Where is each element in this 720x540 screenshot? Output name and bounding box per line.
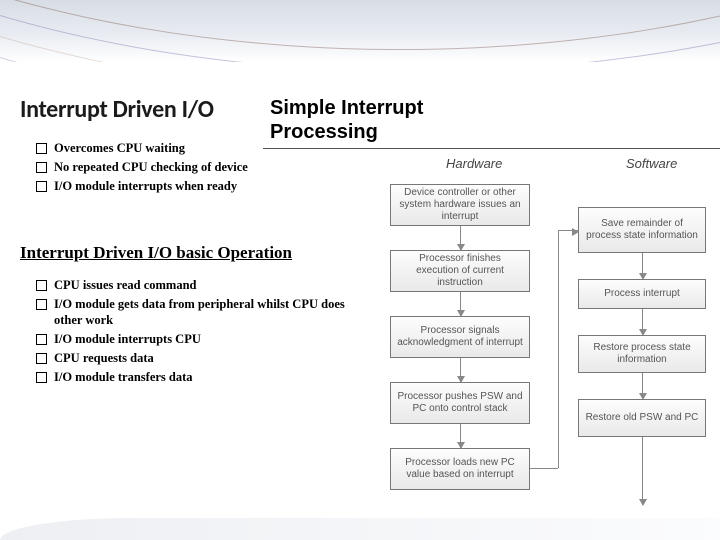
sw-box-4: Restore old PSW and PC <box>578 399 706 437</box>
list-item: CPU issues read command <box>36 277 370 294</box>
hardware-column-label: Hardware <box>446 156 502 171</box>
sw-box-3: Restore process state information <box>578 335 706 373</box>
sw-box-2: Process interrupt <box>578 279 706 309</box>
arrow-icon <box>642 309 643 335</box>
hw-box-1: Device controller or other system hardwa… <box>390 184 530 226</box>
list-item: I/O module transfers data <box>36 369 370 386</box>
arrow-icon <box>460 358 461 382</box>
flow-diagram: Simple Interrupt Processing Hardware Sof… <box>378 92 713 530</box>
list-item: No repeated CPU checking of device <box>36 159 370 176</box>
arrow-icon <box>642 253 643 279</box>
diagram-title: Simple Interrupt Processing <box>270 96 423 144</box>
connector-line <box>558 230 559 468</box>
section-subtitle: Interrupt Driven I/O basic Operation <box>20 243 370 263</box>
arrow-icon <box>460 424 461 448</box>
bottom-bullet-list: CPU issues read command I/O module gets … <box>20 277 370 386</box>
hw-box-4: Processor pushes PSW and PC onto control… <box>390 382 530 424</box>
connector-arrow-icon <box>558 230 578 231</box>
footer-decoration <box>0 518 720 540</box>
arrow-icon <box>642 373 643 399</box>
diagram-divider <box>263 148 720 149</box>
list-item: I/O module interrupts when ready <box>36 178 370 195</box>
software-column-label: Software <box>626 156 677 171</box>
list-item: I/O module interrupts CPU <box>36 331 370 348</box>
hw-box-3: Processor signals acknowledgment of inte… <box>390 316 530 358</box>
header-band <box>0 0 720 62</box>
list-item: CPU requests data <box>36 350 370 367</box>
connector-line <box>530 468 558 469</box>
arc-decoration <box>0 0 720 62</box>
hw-box-2: Processor finishes execution of current … <box>390 250 530 292</box>
sw-box-1: Save remainder of process state informat… <box>578 207 706 253</box>
arrow-icon <box>642 437 643 505</box>
arrow-icon <box>460 292 461 316</box>
hw-box-5: Processor loads new PC value based on in… <box>390 448 530 490</box>
arrow-icon <box>460 226 461 250</box>
list-item: I/O module gets data from peripheral whi… <box>36 296 370 330</box>
